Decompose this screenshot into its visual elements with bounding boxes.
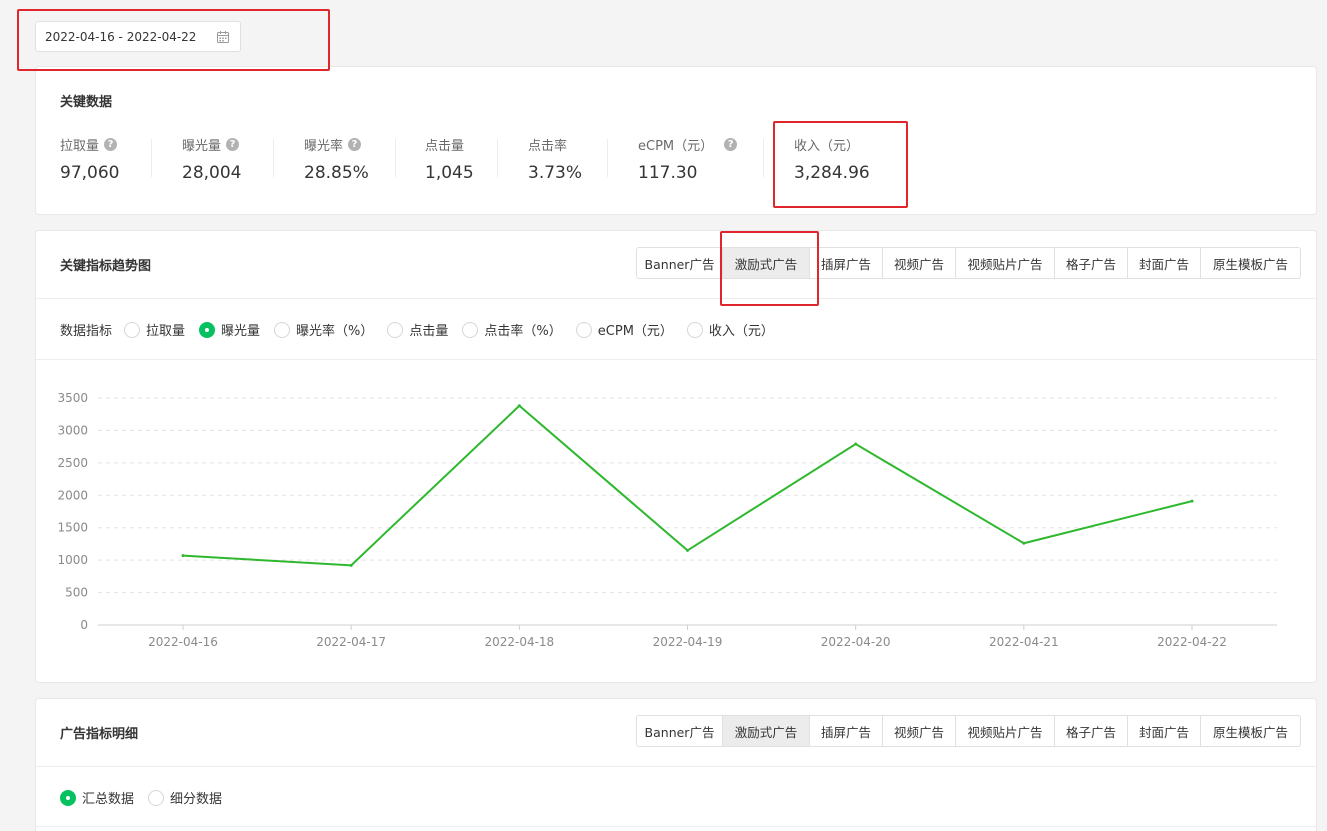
divider — [36, 826, 1316, 827]
data-point — [686, 548, 689, 552]
radio-label: 细分数据 — [170, 792, 223, 807]
y-tick-label: 1500 — [57, 521, 88, 535]
tab-grid[interactable]: 格子广告 — [1055, 716, 1128, 746]
x-tick-label: 2022-04-21 — [989, 635, 1059, 649]
tab-video[interactable]: 视频广告 — [883, 716, 956, 746]
y-tick-label: 3000 — [57, 423, 88, 437]
radio-label: 汇总数据 — [82, 792, 135, 807]
radio-breakdown[interactable]: 细分数据 — [148, 788, 222, 807]
data-point — [181, 554, 185, 558]
x-tick-label: 2022-04-18 — [484, 635, 554, 649]
trend-line-chart: 0 500 1000 1500 2000 2500 3000 3500 2022-04-16 20… — [57, 391, 1277, 649]
annotation-box-revenue — [773, 121, 908, 208]
y-tick-label: 1000 — [57, 553, 88, 567]
annotation-box-rewarded-tab — [720, 231, 819, 306]
data-point — [854, 442, 858, 446]
divider — [36, 766, 1316, 767]
tab-rewarded[interactable]: 激励式广告 — [723, 716, 810, 746]
annotation-box-date — [17, 9, 330, 71]
view-selector: 汇总数据 细分数据 — [60, 788, 236, 807]
x-tick-label: 2022-04-17 — [316, 635, 386, 649]
radio-dot — [148, 789, 165, 806]
tab-cover[interactable]: 封面广告 — [1128, 716, 1201, 746]
y-tick-label: 500 — [65, 586, 88, 600]
x-tick-label: 2022-04-19 — [653, 635, 723, 649]
data-point — [1190, 499, 1194, 503]
y-tick-label: 2500 — [57, 456, 88, 470]
tab-native-template[interactable]: 原生模板广告 — [1201, 716, 1300, 746]
detail-ad-type-tabs: Banner广告 激励式广告 插屏广告 视频广告 视频贴片广告 格子广告 封面广… — [636, 715, 1301, 747]
y-tick-label: 3500 — [57, 391, 88, 405]
series-line — [182, 404, 1193, 567]
detail-title: 广告指标明细 — [60, 727, 139, 742]
tab-interstitial[interactable]: 插屏广告 — [810, 716, 883, 746]
data-point — [349, 563, 353, 567]
x-tick-label: 2022-04-22 — [1157, 635, 1227, 649]
radio-dot — [60, 789, 76, 806]
ad-detail-card: 广告指标明细 Banner广告 激励式广告 插屏广告 视频广告 视频贴片广告 格… — [35, 698, 1317, 831]
y-tick-label: 0 — [80, 618, 88, 632]
y-tick-label: 2000 — [57, 488, 88, 502]
x-tick-label: 2022-04-20 — [821, 635, 891, 649]
data-point — [517, 404, 521, 408]
x-tick-label: 2022-04-16 — [148, 635, 218, 649]
data-point — [1022, 541, 1026, 545]
tab-video-patch[interactable]: 视频贴片广告 — [956, 716, 1055, 746]
tab-banner[interactable]: Banner广告 — [637, 716, 723, 746]
radio-summary[interactable]: 汇总数据 — [60, 788, 134, 807]
